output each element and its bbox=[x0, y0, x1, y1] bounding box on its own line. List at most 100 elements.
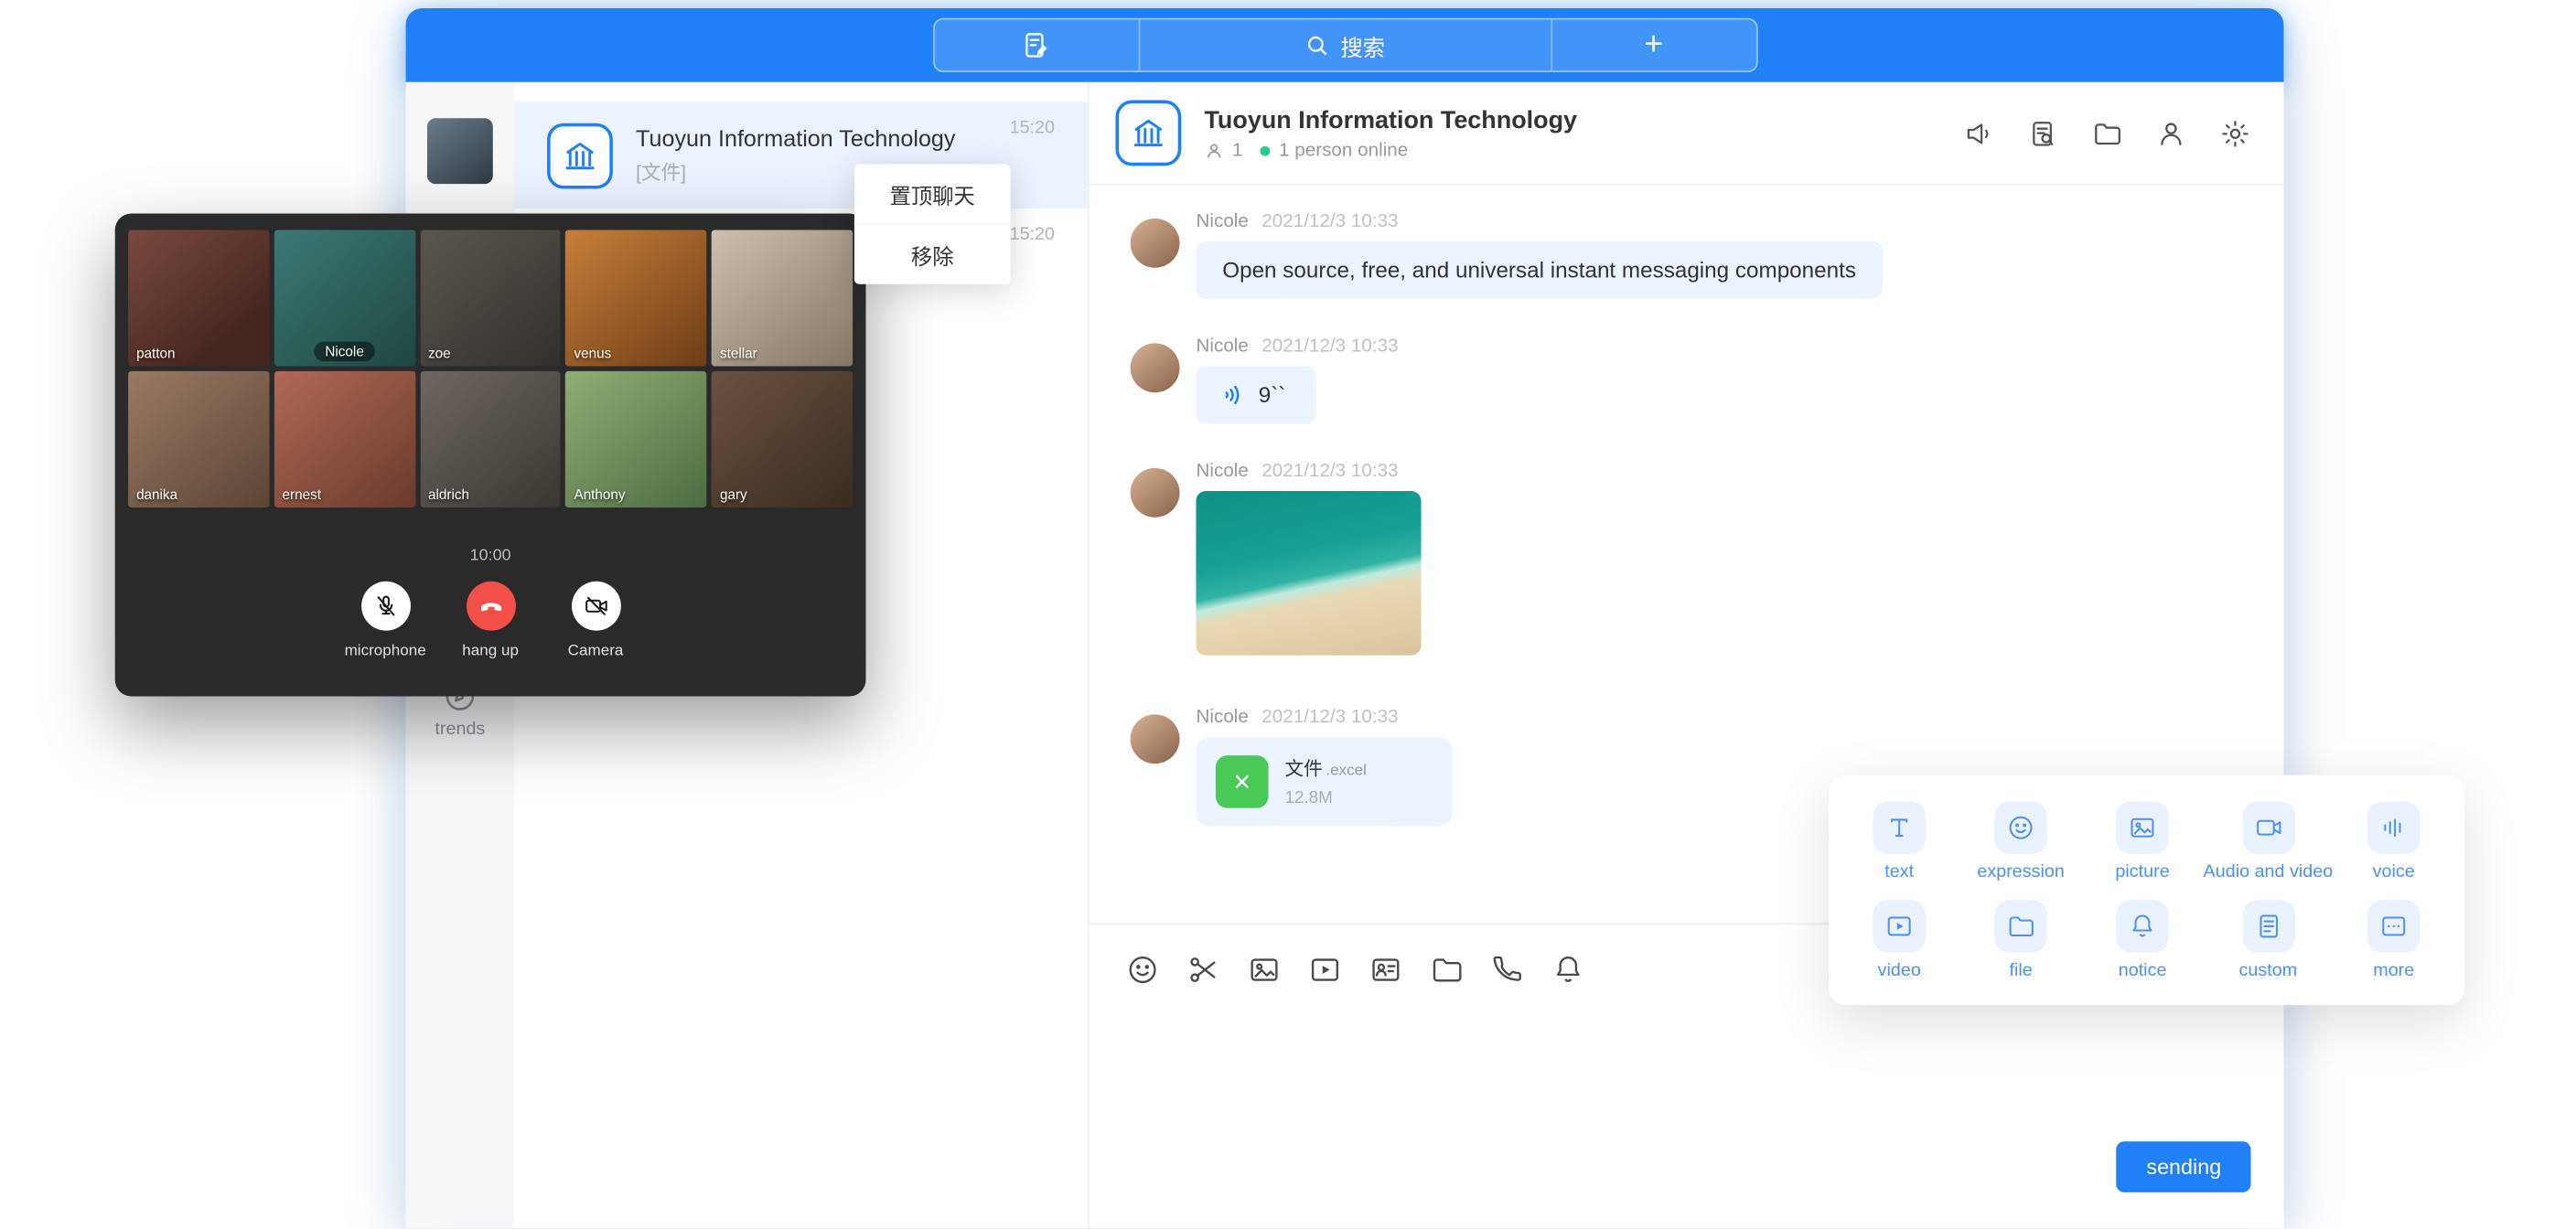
chat-record-search-button[interactable] bbox=[2027, 117, 2058, 148]
beach-photo-thumbnail[interactable] bbox=[1196, 491, 1421, 656]
message-meta: Nicole2021/12/3 10:33 bbox=[1196, 337, 1398, 357]
sender-name: Nicole bbox=[1196, 462, 1248, 482]
chat-record-search-icon bbox=[2027, 117, 2058, 148]
more-icon bbox=[2379, 911, 2409, 940]
chat-title: Tuoyun Information Technology bbox=[1204, 106, 1577, 134]
sender-avatar[interactable] bbox=[1131, 343, 1180, 392]
send-button[interactable]: sending bbox=[2117, 1141, 2250, 1192]
camera-label: Camera bbox=[568, 642, 624, 660]
file-attachment[interactable]: ✕ 文件.excel 12.8M bbox=[1196, 737, 1452, 826]
panel-label: video bbox=[1878, 960, 1921, 980]
app-stage: 搜索 + trends bbox=[0, 0, 2576, 1228]
pin-chat-menu-item[interactable]: 置顶聊天 bbox=[854, 165, 1011, 224]
remove-menu-item[interactable]: 移除 bbox=[854, 223, 1011, 283]
video-button[interactable] bbox=[1308, 953, 1343, 988]
settings-gear-icon bbox=[2219, 117, 2250, 148]
add-button[interactable]: + bbox=[1551, 20, 1756, 71]
call-controls: microphone hang up Camera bbox=[128, 582, 853, 660]
group-building-icon bbox=[1115, 101, 1181, 166]
chat-header: Tuoyun Information Technology 1 1 person… bbox=[1089, 82, 2284, 186]
files-button[interactable] bbox=[2091, 117, 2122, 148]
panel-item-picture[interactable]: picture bbox=[2082, 792, 2204, 891]
panel-label: Audio and video bbox=[2204, 861, 2334, 882]
hang-up-button[interactable]: hang up bbox=[439, 582, 541, 660]
panel-item-audio-video[interactable]: Audio and video bbox=[2204, 792, 2334, 891]
emoji-button[interactable] bbox=[1125, 953, 1160, 988]
video-tile: danika bbox=[128, 371, 269, 508]
panel-item-text[interactable]: text bbox=[1839, 792, 1960, 891]
panel-item-file[interactable]: file bbox=[1960, 890, 2082, 989]
panel-label: text bbox=[1884, 861, 1914, 882]
picture-button[interactable] bbox=[1247, 953, 1282, 988]
participant-name: danika bbox=[136, 486, 177, 503]
file-folder-icon bbox=[2006, 911, 2035, 940]
panel-label: more bbox=[2373, 960, 2414, 980]
participant-name: stellar bbox=[720, 345, 757, 361]
call-button[interactable] bbox=[1490, 953, 1525, 988]
contact-card-button[interactable] bbox=[1368, 953, 1403, 988]
microphone-toggle[interactable]: microphone bbox=[334, 582, 435, 660]
chat-panel: Tuoyun Information Technology 1 1 person… bbox=[1089, 82, 2284, 1229]
camera-toggle[interactable]: Camera bbox=[544, 582, 646, 660]
call-duration: 10:00 bbox=[128, 547, 853, 565]
custom-doc-icon bbox=[2253, 911, 2282, 940]
contact-card-icon bbox=[1368, 953, 1403, 988]
voice-duration: 9`` bbox=[1259, 382, 1286, 407]
picture-icon bbox=[2128, 812, 2157, 841]
text-bubble: Open source, free, and universal instant… bbox=[1196, 241, 1882, 299]
panel-label: notice bbox=[2119, 960, 2167, 980]
panel-item-more[interactable]: more bbox=[2333, 890, 2454, 989]
message-time: 2021/12/3 10:33 bbox=[1261, 708, 1398, 728]
sender-avatar[interactable] bbox=[1131, 219, 1180, 268]
message-input[interactable] bbox=[1125, 1031, 2250, 1130]
panel-item-video[interactable]: video bbox=[1839, 890, 1960, 989]
search-placeholder: 搜索 bbox=[1341, 28, 1385, 61]
member-count: 1 bbox=[1232, 141, 1243, 161]
scissors-icon bbox=[1186, 953, 1221, 988]
video-tile: gary bbox=[712, 371, 853, 508]
panel-label: expression bbox=[1977, 861, 2065, 882]
my-avatar[interactable] bbox=[427, 118, 493, 184]
panel-label: picture bbox=[2115, 861, 2169, 882]
video-grid: patton Nicole zoe venus stellar danika e… bbox=[128, 230, 853, 508]
video-tile: aldrich bbox=[420, 371, 561, 508]
message-type-panel: text expression picture Audio and video … bbox=[1829, 775, 2464, 1005]
search-icon bbox=[1304, 33, 1329, 58]
file-button[interactable] bbox=[1430, 953, 1465, 988]
panel-item-custom[interactable]: custom bbox=[2204, 890, 2334, 989]
participant-name: ernest bbox=[283, 486, 321, 503]
voice-bubble[interactable]: 9`` bbox=[1196, 367, 1315, 424]
conversation-context-menu: 置顶聊天 移除 bbox=[854, 165, 1011, 284]
members-button[interactable] bbox=[2155, 117, 2186, 148]
panel-item-notice[interactable]: notice bbox=[2082, 890, 2204, 989]
person-icon bbox=[2155, 117, 2186, 148]
picture-icon bbox=[1247, 953, 1282, 988]
announcement-icon bbox=[1963, 117, 1994, 148]
message-text: Nicole 2021/12/3 10:33 Open source, free,… bbox=[1131, 212, 2245, 299]
screenshot-button[interactable] bbox=[1186, 953, 1221, 988]
group-building-icon bbox=[547, 123, 613, 188]
search-input[interactable]: 搜索 bbox=[1140, 20, 1551, 71]
conversation-time: 15:20 bbox=[1010, 118, 1055, 138]
chat-subtitle: 1 1 person online bbox=[1204, 141, 1577, 161]
panel-label: file bbox=[2010, 960, 2033, 980]
message-time: 2021/12/3 10:33 bbox=[1261, 212, 1398, 232]
sender-name: Nicole bbox=[1196, 212, 1248, 232]
panel-item-expression[interactable]: expression bbox=[1960, 792, 2082, 891]
sender-avatar[interactable] bbox=[1131, 468, 1180, 518]
panel-item-voice[interactable]: voice bbox=[2333, 792, 2454, 891]
announcement-button[interactable] bbox=[1963, 117, 1994, 148]
panel-label: voice bbox=[2373, 861, 2415, 882]
topbar-search-cluster: 搜索 + bbox=[932, 18, 1757, 72]
contacts-note-button[interactable] bbox=[934, 20, 1140, 71]
top-bar: 搜索 + bbox=[406, 8, 2284, 82]
video-play-icon bbox=[1884, 911, 1914, 940]
participant-name: zoe bbox=[428, 345, 451, 361]
sender-avatar[interactable] bbox=[1131, 714, 1180, 764]
sender-name: Nicole bbox=[1196, 337, 1248, 357]
notification-button[interactable] bbox=[1551, 953, 1585, 988]
trends-label: trends bbox=[435, 720, 485, 740]
conversation-title: Tuoyun Information Technology bbox=[636, 124, 1058, 151]
settings-button[interactable] bbox=[2219, 117, 2250, 148]
video-tile: venus bbox=[566, 230, 707, 366]
